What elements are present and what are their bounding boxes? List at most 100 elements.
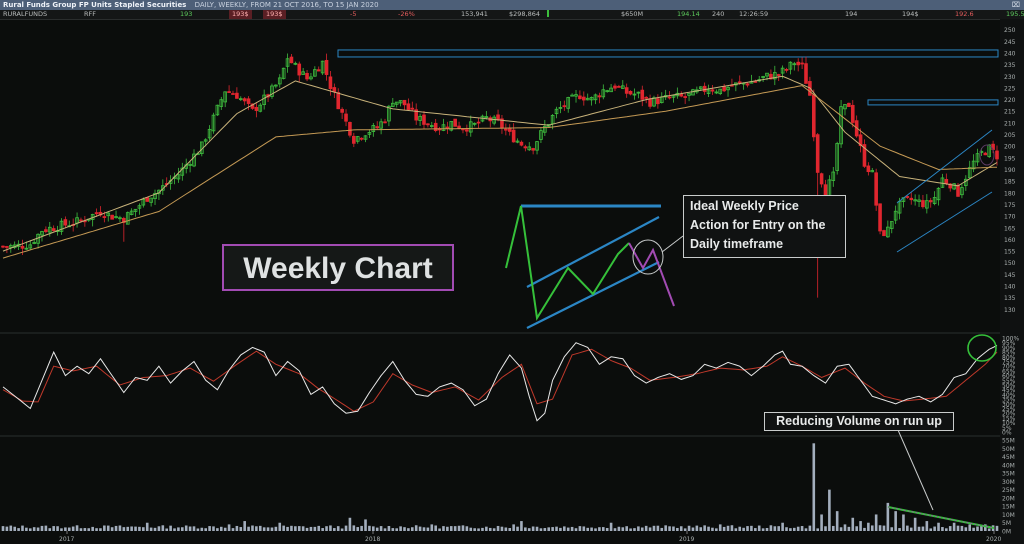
volume-bar xyxy=(964,527,968,531)
volume-bar xyxy=(488,527,492,531)
volume-tick-label: 5M xyxy=(1002,520,1011,527)
price-tick-label: 235 xyxy=(1004,62,1016,69)
volume-tick-label: 50M xyxy=(1002,446,1015,453)
volume-bar xyxy=(422,527,426,531)
volume-bar xyxy=(835,511,839,531)
candle-body xyxy=(336,92,341,110)
stoch-tick-label: 100% xyxy=(1002,336,1019,343)
volume-bar xyxy=(500,526,504,531)
volume-bar xyxy=(208,526,211,531)
candle-body xyxy=(866,165,871,173)
volume-bar xyxy=(64,527,67,531)
volume-bar xyxy=(336,526,340,531)
volume-bar xyxy=(290,525,293,531)
volume-bar xyxy=(617,526,621,531)
volume-bar xyxy=(664,525,667,531)
volume-bar xyxy=(465,526,469,531)
stochastic-k-line xyxy=(2,342,998,422)
volume-bar xyxy=(145,522,149,531)
volume-bar xyxy=(25,527,28,531)
volume-bar xyxy=(948,526,952,531)
candle-body xyxy=(242,98,247,102)
volume-bar xyxy=(937,522,940,531)
volume-bar xyxy=(449,526,453,531)
volume-bar xyxy=(726,525,730,531)
volume-tick-label: 55M xyxy=(1002,438,1015,445)
candle-body xyxy=(597,95,602,98)
ideal-entry-schematic xyxy=(505,204,675,329)
candle-body xyxy=(617,85,621,88)
resistance-219 xyxy=(867,99,999,106)
volume-bar xyxy=(239,527,243,531)
candle-body xyxy=(956,184,960,197)
volume-bar xyxy=(921,526,925,531)
volume-bar xyxy=(765,527,769,531)
candle-body xyxy=(811,94,816,138)
volume-bar xyxy=(481,527,484,531)
volume-bar xyxy=(605,528,609,531)
price-tick-label: 175 xyxy=(1004,202,1016,209)
volume-bar xyxy=(574,528,578,531)
volume-tick-label: 0M xyxy=(1002,529,1011,536)
volume-bar xyxy=(469,527,473,531)
volume-bar xyxy=(535,526,539,531)
volume-bar xyxy=(391,528,395,531)
volume-bar xyxy=(563,526,566,531)
volume-bar xyxy=(204,528,207,531)
ideal-entry-label: Ideal Weekly Price Action for Entry on t… xyxy=(683,195,846,258)
volume-bar xyxy=(730,525,734,531)
volume-bar xyxy=(13,526,16,531)
candle-body xyxy=(776,74,781,76)
volume-bar xyxy=(925,521,929,531)
volume-bar xyxy=(149,527,153,531)
volume-bar xyxy=(266,527,270,531)
volume-bar xyxy=(200,527,204,531)
candle-body xyxy=(422,114,426,125)
volume-bar xyxy=(95,528,98,531)
volume-bar xyxy=(863,527,866,531)
price-tick-label: 195 xyxy=(1004,155,1016,162)
candle-body xyxy=(737,81,742,84)
volume-bar xyxy=(976,526,979,531)
stochastic-d-line xyxy=(2,348,998,412)
price-tick-label: 225 xyxy=(1004,85,1016,92)
volume-bar xyxy=(621,527,625,531)
volume-bar xyxy=(933,526,936,531)
volume-bar xyxy=(130,526,133,531)
volume-bar xyxy=(859,521,862,531)
candle-body xyxy=(332,87,337,93)
volume-bar xyxy=(270,527,274,531)
candle-body xyxy=(410,107,415,110)
candle-body xyxy=(578,95,582,100)
candle-body xyxy=(340,108,344,113)
candle-body xyxy=(511,129,516,143)
price-chart[interactable]: 130 135 140 145 150 155 160 165 170 175 180 185 190 1… xyxy=(0,0,1024,544)
price-tick-label: 215 xyxy=(1004,109,1016,116)
moving-average-slow xyxy=(2,85,998,259)
candle-body xyxy=(235,92,239,99)
volume-bar xyxy=(438,528,441,531)
candle-body xyxy=(1,245,5,248)
volume-bar xyxy=(613,528,617,531)
volume-bar xyxy=(656,525,660,531)
volume-bar xyxy=(527,528,531,531)
candle-body xyxy=(383,121,387,124)
volume-bar xyxy=(757,525,761,531)
volume-bar xyxy=(672,526,675,531)
volume-bar xyxy=(227,524,231,531)
price-tick-label: 205 xyxy=(1004,132,1016,139)
volume-bar xyxy=(644,525,648,531)
candle-body xyxy=(644,96,648,99)
volume-bar xyxy=(781,522,784,531)
candle-body xyxy=(722,86,726,92)
candle-body xyxy=(874,172,878,206)
volume-bar xyxy=(972,527,975,531)
volume-bar xyxy=(722,526,726,531)
price-tick-label: 160 xyxy=(1004,237,1016,244)
volume-bar xyxy=(785,527,788,531)
volume-bar xyxy=(582,526,586,531)
volume-bar xyxy=(325,526,328,531)
candle-body xyxy=(944,179,949,184)
volume-bar xyxy=(909,527,913,531)
volume-bar xyxy=(734,528,738,531)
